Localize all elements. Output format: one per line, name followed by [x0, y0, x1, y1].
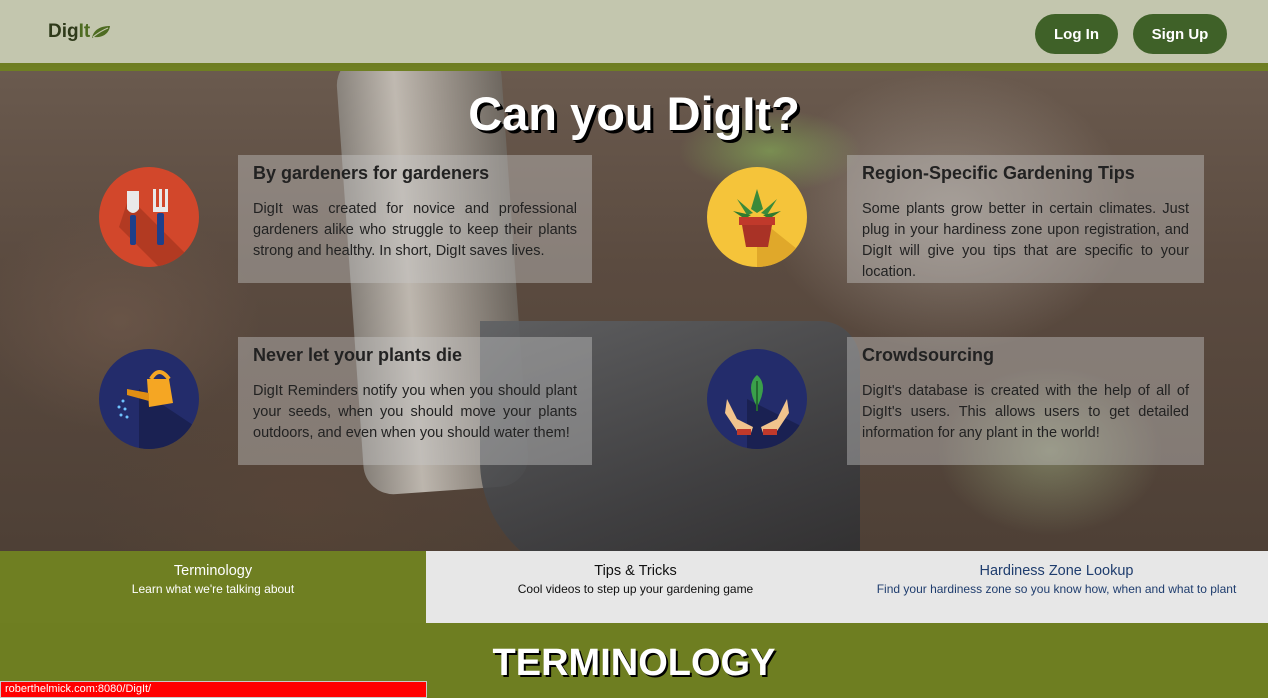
tab-subtitle: Find your hardiness zone so you know how…	[876, 582, 1237, 596]
feature-text: DigIt Reminders notify you when you shou…	[253, 383, 577, 441]
login-button[interactable]: Log In	[1035, 14, 1118, 54]
tab-title: Hardiness Zone Lookup	[979, 563, 1134, 579]
tab-title: Terminology	[173, 563, 253, 579]
top-navbar: Dig It Log In Sign Up	[0, 0, 1268, 67]
hero-section: Can you DigIt? By gardeners for gardener…	[0, 71, 1268, 551]
hands-leaf-icon	[707, 349, 807, 449]
garden-tools-icon	[99, 167, 199, 267]
feature-title: By gardeners for gardeners	[253, 163, 490, 183]
potted-plant-icon	[707, 167, 807, 267]
feature-card-crowdsourcing: Crowdsourcing DigIt's database is create…	[847, 337, 1204, 465]
feature-title: Never let your plants die	[253, 345, 463, 365]
watering-can-icon	[99, 349, 199, 449]
browser-status-bar: roberthelmick.com:8080/DigIt/	[0, 681, 427, 698]
feature-card-region-tips: Region-Specific Gardening Tips Some plan…	[847, 155, 1204, 283]
hero-title: Can you DigIt?	[468, 87, 800, 140]
feature-title: Crowdsourcing	[862, 345, 995, 365]
feature-card-gardeners: By gardeners for gardeners DigIt was cre…	[238, 155, 592, 283]
tab-subtitle: Learn what we're talking about	[131, 582, 295, 596]
tab-tips-tricks[interactable]: Tips & Tricks Cool videos to step up you…	[426, 551, 845, 623]
feature-text: Some plants grow better in certain clima…	[862, 201, 1189, 280]
logo-text-suffix: It	[78, 21, 91, 42]
feature-text: DigIt's database is created with the hel…	[862, 383, 1189, 441]
tab-terminology[interactable]: Terminology Learn what we're talking abo…	[0, 551, 426, 623]
tab-title: Tips & Tricks	[594, 563, 677, 579]
section-title: TERMINOLOGY	[492, 642, 776, 684]
signup-button[interactable]: Sign Up	[1133, 14, 1227, 54]
logo[interactable]: Dig It	[48, 21, 111, 43]
tab-hardiness-zone-lookup[interactable]: Hardiness Zone Lookup Find your hardines…	[845, 551, 1268, 623]
feature-title: Region-Specific Gardening Tips	[862, 163, 1135, 183]
logo-text-prefix: Dig	[48, 21, 79, 42]
feature-card-plant-reminders: Never let your plants die DigIt Reminder…	[238, 337, 592, 465]
tab-subtitle: Cool videos to step up your gardening ga…	[517, 582, 754, 596]
leaf-icon	[92, 26, 111, 38]
section-tabs: Terminology Learn what we're talking abo…	[0, 551, 1268, 623]
feature-text: DigIt was created for novice and profess…	[253, 201, 577, 259]
